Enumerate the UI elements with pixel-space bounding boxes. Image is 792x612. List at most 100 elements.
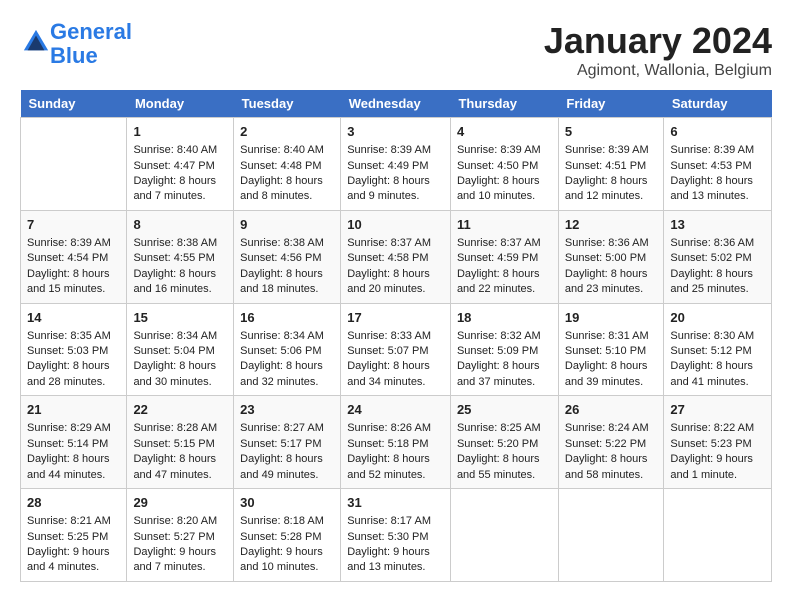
- day-info: Sunrise: 8:39 AM: [457, 143, 552, 158]
- day-number: 26: [565, 401, 658, 419]
- day-info: and 10 minutes.: [240, 560, 334, 575]
- day-info: Sunset: 4:47 PM: [133, 159, 227, 174]
- day-info: Sunrise: 8:18 AM: [240, 514, 334, 529]
- calendar-body: 1Sunrise: 8:40 AMSunset: 4:47 PMDaylight…: [21, 118, 772, 582]
- day-info: and 20 minutes.: [347, 282, 444, 297]
- day-info: Sunrise: 8:20 AM: [133, 514, 227, 529]
- header-day-saturday: Saturday: [664, 90, 772, 118]
- day-info: Sunrise: 8:26 AM: [347, 421, 444, 436]
- day-info: and 39 minutes.: [565, 375, 658, 390]
- calendar-cell: 22Sunrise: 8:28 AMSunset: 5:15 PMDayligh…: [127, 396, 234, 489]
- day-info: and 12 minutes.: [565, 189, 658, 204]
- day-info: Daylight: 8 hours: [240, 174, 334, 189]
- day-info: Sunrise: 8:37 AM: [457, 236, 552, 251]
- calendar-cell: 31Sunrise: 8:17 AMSunset: 5:30 PMDayligh…: [341, 489, 451, 582]
- day-number: 23: [240, 401, 334, 419]
- day-info: Sunset: 5:10 PM: [565, 344, 658, 359]
- day-info: Daylight: 9 hours: [347, 545, 444, 560]
- day-info: and 28 minutes.: [27, 375, 120, 390]
- calendar-cell: 17Sunrise: 8:33 AMSunset: 5:07 PMDayligh…: [341, 303, 451, 396]
- day-info: Daylight: 8 hours: [240, 452, 334, 467]
- calendar-cell: 26Sunrise: 8:24 AMSunset: 5:22 PMDayligh…: [558, 396, 664, 489]
- day-info: Daylight: 8 hours: [240, 267, 334, 282]
- day-info: Daylight: 8 hours: [133, 359, 227, 374]
- day-info: Sunset: 5:30 PM: [347, 530, 444, 545]
- day-info: and 47 minutes.: [133, 468, 227, 483]
- day-info: Daylight: 8 hours: [347, 174, 444, 189]
- day-number: 14: [27, 309, 120, 327]
- day-info: Daylight: 8 hours: [565, 174, 658, 189]
- calendar-cell: [664, 489, 772, 582]
- day-info: and 58 minutes.: [565, 468, 658, 483]
- day-number: 30: [240, 494, 334, 512]
- day-info: Sunrise: 8:37 AM: [347, 236, 444, 251]
- day-info: Sunrise: 8:36 AM: [670, 236, 765, 251]
- day-info: and 7 minutes.: [133, 189, 227, 204]
- day-info: and 15 minutes.: [27, 282, 120, 297]
- header-day-tuesday: Tuesday: [234, 90, 341, 118]
- title-block: January 2024 Agimont, Wallonia, Belgium: [544, 20, 772, 80]
- day-info: Sunset: 5:22 PM: [565, 437, 658, 452]
- day-info: Daylight: 8 hours: [133, 452, 227, 467]
- day-info: Sunset: 4:49 PM: [347, 159, 444, 174]
- day-info: Sunset: 5:20 PM: [457, 437, 552, 452]
- day-info: Daylight: 8 hours: [670, 267, 765, 282]
- calendar-cell: 21Sunrise: 8:29 AMSunset: 5:14 PMDayligh…: [21, 396, 127, 489]
- day-info: Sunset: 5:09 PM: [457, 344, 552, 359]
- day-info: Sunrise: 8:34 AM: [133, 329, 227, 344]
- day-info: Sunrise: 8:39 AM: [565, 143, 658, 158]
- calendar-cell: 18Sunrise: 8:32 AMSunset: 5:09 PMDayligh…: [450, 303, 558, 396]
- day-info: Sunrise: 8:22 AM: [670, 421, 765, 436]
- calendar-cell: 3Sunrise: 8:39 AMSunset: 4:49 PMDaylight…: [341, 118, 451, 211]
- day-info: Sunrise: 8:39 AM: [347, 143, 444, 158]
- day-info: Daylight: 9 hours: [27, 545, 120, 560]
- calendar-cell: [21, 118, 127, 211]
- day-info: and 16 minutes.: [133, 282, 227, 297]
- calendar-cell: 27Sunrise: 8:22 AMSunset: 5:23 PMDayligh…: [664, 396, 772, 489]
- page-header: General Blue January 2024 Agimont, Wallo…: [20, 20, 772, 80]
- day-info: Daylight: 8 hours: [133, 174, 227, 189]
- day-number: 10: [347, 216, 444, 234]
- calendar-week-3: 14Sunrise: 8:35 AMSunset: 5:03 PMDayligh…: [21, 303, 772, 396]
- day-info: Sunset: 4:53 PM: [670, 159, 765, 174]
- day-info: and 13 minutes.: [347, 560, 444, 575]
- day-info: Sunrise: 8:17 AM: [347, 514, 444, 529]
- calendar-cell: 30Sunrise: 8:18 AMSunset: 5:28 PMDayligh…: [234, 489, 341, 582]
- day-info: Daylight: 8 hours: [565, 267, 658, 282]
- day-info: and 13 minutes.: [670, 189, 765, 204]
- day-info: Sunrise: 8:39 AM: [670, 143, 765, 158]
- day-number: 7: [27, 216, 120, 234]
- calendar-cell: 29Sunrise: 8:20 AMSunset: 5:27 PMDayligh…: [127, 489, 234, 582]
- calendar-cell: 7Sunrise: 8:39 AMSunset: 4:54 PMDaylight…: [21, 210, 127, 303]
- day-info: and 41 minutes.: [670, 375, 765, 390]
- day-info: Daylight: 8 hours: [457, 267, 552, 282]
- day-info: and 32 minutes.: [240, 375, 334, 390]
- day-info: Daylight: 8 hours: [133, 267, 227, 282]
- day-number: 12: [565, 216, 658, 234]
- day-info: Sunset: 5:14 PM: [27, 437, 120, 452]
- calendar-cell: 24Sunrise: 8:26 AMSunset: 5:18 PMDayligh…: [341, 396, 451, 489]
- day-info: Daylight: 8 hours: [565, 452, 658, 467]
- day-info: Sunset: 5:18 PM: [347, 437, 444, 452]
- calendar-week-1: 1Sunrise: 8:40 AMSunset: 4:47 PMDaylight…: [21, 118, 772, 211]
- calendar-week-5: 28Sunrise: 8:21 AMSunset: 5:25 PMDayligh…: [21, 489, 772, 582]
- day-info: Daylight: 8 hours: [240, 359, 334, 374]
- day-info: Sunset: 4:54 PM: [27, 251, 120, 266]
- day-number: 24: [347, 401, 444, 419]
- calendar-cell: 28Sunrise: 8:21 AMSunset: 5:25 PMDayligh…: [21, 489, 127, 582]
- day-info: Sunrise: 8:28 AM: [133, 421, 227, 436]
- day-info: Sunrise: 8:40 AM: [240, 143, 334, 158]
- day-info: Daylight: 9 hours: [670, 452, 765, 467]
- day-number: 16: [240, 309, 334, 327]
- day-info: Daylight: 8 hours: [27, 452, 120, 467]
- day-info: Sunset: 4:56 PM: [240, 251, 334, 266]
- day-info: Sunset: 5:25 PM: [27, 530, 120, 545]
- day-number: 29: [133, 494, 227, 512]
- day-info: and 8 minutes.: [240, 189, 334, 204]
- location-subtitle: Agimont, Wallonia, Belgium: [544, 62, 772, 80]
- day-info: Sunrise: 8:40 AM: [133, 143, 227, 158]
- day-info: and 55 minutes.: [457, 468, 552, 483]
- calendar-cell: 23Sunrise: 8:27 AMSunset: 5:17 PMDayligh…: [234, 396, 341, 489]
- day-info: Sunrise: 8:35 AM: [27, 329, 120, 344]
- day-info: Daylight: 8 hours: [27, 359, 120, 374]
